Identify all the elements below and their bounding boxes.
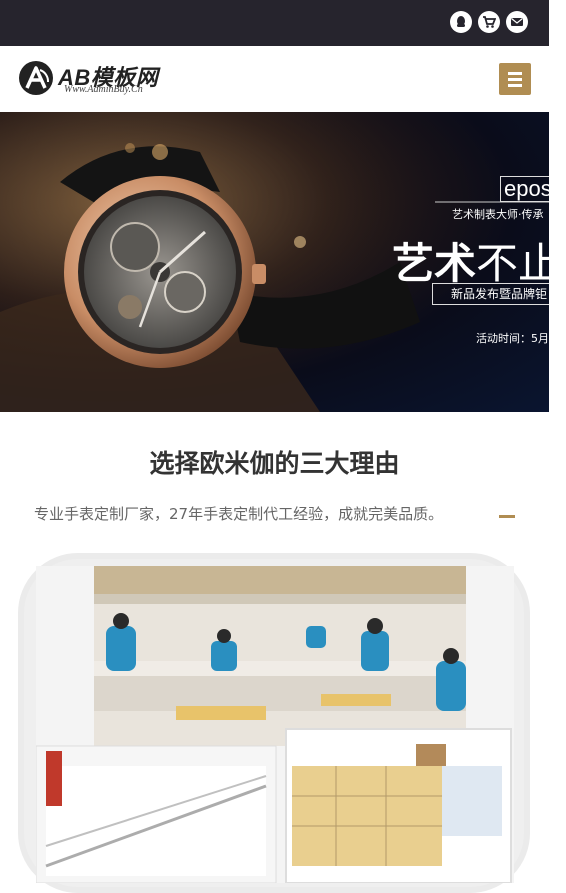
logo-icon[interactable] (18, 60, 54, 96)
hero-banner[interactable]: epos 艺术制表大师·传承 艺术不止 新品发布暨品牌钜 活动时间：5月 (0, 112, 549, 412)
menu-icon (508, 71, 522, 75)
section-title: 选择欧米伽的三大理由 (149, 449, 400, 478)
brand-logo-text: epos (500, 176, 549, 202)
mail-icon[interactable] (506, 11, 528, 33)
factory-photo-image (36, 566, 512, 883)
section-description: 专业手表定制厂家，27年手表定制代工经验，成就完美品质。 (34, 505, 444, 523)
qq-icon[interactable] (450, 11, 472, 33)
banner-title: 艺术不止 (392, 230, 549, 291)
top-bar (0, 0, 549, 46)
section-divider (499, 515, 515, 518)
menu-icon-bar (508, 83, 522, 87)
cart-icon[interactable] (478, 11, 500, 33)
factory-photo[interactable] (36, 566, 514, 883)
menu-button[interactable] (499, 63, 531, 95)
menu-icon-bar (508, 77, 522, 81)
header: AB模板网 Www.AdminBuy.Cn (0, 46, 549, 112)
banner-date: 活动时间：5月 (476, 332, 549, 345)
banner-title-light: 不止 (476, 239, 549, 288)
banner-subtitle: 艺术制表大师·传承 (452, 208, 544, 221)
banner-title-bold: 艺术 (392, 239, 477, 288)
banner-launch-box: 新品发布暨品牌钜 (432, 283, 549, 305)
logo-subtitle: Www.AdminBuy.Cn (64, 84, 143, 95)
